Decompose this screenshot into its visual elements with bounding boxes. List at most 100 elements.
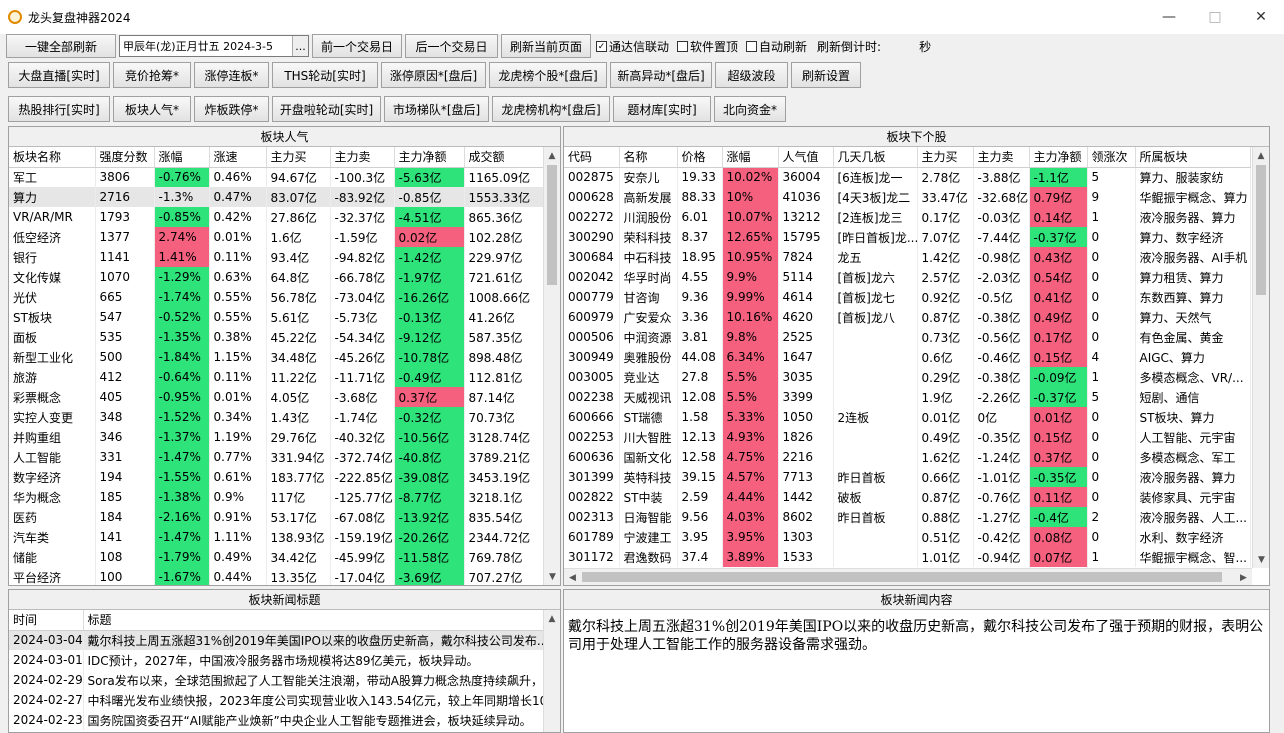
column-header[interactable]: 主力净额	[394, 147, 465, 168]
toolbar2-button-0[interactable]: 大盘直播[实时]	[8, 62, 110, 88]
column-header[interactable]: 涨速	[209, 147, 267, 168]
toolbar3-button-1[interactable]: 板块人气*	[113, 96, 191, 122]
option-checkbox[interactable]: ✓ 通达信联动	[596, 38, 669, 55]
toolbar2-button-5[interactable]: 龙虎榜个股*[盘后]	[489, 62, 607, 88]
toolbar2-button-3[interactable]: THS轮动[实时]	[272, 62, 378, 88]
table-row[interactable]: VR/AR/MR 1793 -0.85% 0.42% 27.86亿 -32.37亿 -4.5…	[9, 207, 545, 227]
table-row[interactable]: 并购重组 346 -1.37% 1.19% 29.76亿 -40.32亿 -10.56亿 31…	[9, 427, 545, 447]
table-row[interactable]: 000506 中润资源 3.81 9.8% 2525 0.73亿 -0.56亿 0.17亿 0 有…	[564, 327, 1251, 347]
option-checkbox[interactable]: 软件置顶	[677, 38, 738, 55]
table-row[interactable]: 601789 宁波建工 3.95 3.95% 1303 0.51亿 -0.42亿 0.08亿 0…	[564, 527, 1251, 547]
table-row[interactable]: 算力 2716 -1.3% 0.47% 83.07亿 -83.92亿 -0.85亿 1553.…	[9, 187, 545, 207]
stocks-table-hscrollbar[interactable]: ◀ ▶	[564, 568, 1252, 585]
date-field[interactable]: 甲辰年(龙)正月廿五 2024-3-5 ...	[119, 35, 309, 57]
scroll-left-icon[interactable]: ◀	[564, 569, 581, 585]
table-row[interactable]: 2024-02-27 中科曙光发布业绩快报，2023年度公司实现营业收入143.5…	[9, 690, 546, 710]
column-header[interactable]: 板块名称	[9, 147, 96, 168]
toolbar2-button-1[interactable]: 竞价抢筹*	[113, 62, 191, 88]
prev-trading-day-button[interactable]: 前一个交易日	[312, 34, 402, 58]
column-header[interactable]: 主力卖	[973, 147, 1030, 168]
scroll-up-icon[interactable]: ▲	[1253, 147, 1269, 164]
column-header[interactable]: 名称	[619, 147, 678, 168]
table-row[interactable]: 面板 535 -1.35% 0.38% 45.22亿 -54.34亿 -9.12亿 587.3…	[9, 327, 545, 347]
option-checkbox[interactable]: 自动刷新	[746, 38, 807, 55]
table-row[interactable]: 数字经济 194 -1.55% 0.61% 183.77亿 -222.85亿 -39.08亿…	[9, 467, 545, 487]
table-row[interactable]: 储能 108 -1.79% 0.49% 34.42亿 -45.99亿 -11.58亿 769.…	[9, 547, 545, 567]
date-picker-button[interactable]: ...	[292, 36, 308, 56]
table-row[interactable]: 000779 甘咨询 9.36 9.99% 4614 [首板]龙七 0.92亿 -0.5亿 0.…	[564, 287, 1251, 307]
toolbar3-button-7[interactable]: 北向资金*	[714, 96, 786, 122]
table-row[interactable]: 医药 184 -2.16% 0.91% 53.17亿 -67.08亿 -13.92亿 835.…	[9, 507, 545, 527]
table-row[interactable]: 301399 英特科技 39.15 4.57% 7713 昨日首板 0.66亿 -1.01亿 -…	[564, 467, 1251, 487]
table-row[interactable]: 光伏 665 -1.74% 0.55% 56.78亿 -73.04亿 -16.26亿 1008…	[9, 287, 545, 307]
table-row[interactable]: 实控人变更 348 -1.52% 0.34% 1.43亿 -1.74亿 -0.32亿 70.7…	[9, 407, 545, 427]
checkbox-icon[interactable]	[746, 40, 758, 52]
table-row[interactable]: 平台经济 100 -1.67% 0.44% 13.35亿 -17.04亿 -3.69亿 707…	[9, 567, 545, 585]
table-row[interactable]: 2024-03-04 戴尔科技上周五涨超31%创2019年美国IPO以来的收盘历史…	[9, 630, 546, 650]
toolbar2-button-8[interactable]: 刷新设置	[791, 62, 861, 88]
table-row[interactable]: ST板块 547 -0.52% 0.55% 5.61亿 -5.73亿 -0.13亿 41.26…	[9, 307, 545, 327]
table-row[interactable]: 军工 3806 -0.76% 0.46% 94.67亿 -100.3亿 -5.63亿 1165…	[9, 167, 545, 187]
minimize-button[interactable]: —	[1146, 0, 1192, 34]
table-row[interactable]: 华为概念 185 -1.38% 0.9% 117亿 -125.77亿 -8.77亿 3218.…	[9, 487, 545, 507]
column-header[interactable]: 涨幅	[722, 147, 779, 168]
table-row[interactable]: 彩票概念 405 -0.95% 0.01% 4.05亿 -3.68亿 0.37亿 87.14亿	[9, 387, 545, 407]
scroll-thumb[interactable]	[582, 572, 1222, 582]
table-row[interactable]: 600636 国新文化 12.58 4.75% 2216 1.62亿 -1.24亿 0.37亿…	[564, 447, 1251, 467]
toolbar2-button-2[interactable]: 涨停连板*	[194, 62, 269, 88]
table-row[interactable]: 文化传媒 1070 -1.29% 0.63% 64.8亿 -66.78亿 -1.97亿 721…	[9, 267, 545, 287]
table-row[interactable]: 002238 天威视讯 12.08 5.5% 3399 1.9亿 -2.26亿 -0.37亿 5…	[564, 387, 1251, 407]
table-row[interactable]: 旅游 412 -0.64% 0.11% 11.22亿 -11.71亿 -0.49亿 112.8…	[9, 367, 545, 387]
scroll-thumb[interactable]	[1256, 165, 1266, 295]
column-header[interactable]: 主力净额	[1029, 147, 1088, 168]
toolbar3-button-5[interactable]: 龙虎榜机构*[盘后]	[492, 96, 610, 122]
column-header[interactable]: 人气值	[778, 147, 834, 168]
toolbar3-button-2[interactable]: 炸板跌停*	[194, 96, 269, 122]
column-header[interactable]: 强度分数	[95, 147, 155, 168]
column-header[interactable]: 标题	[83, 610, 546, 631]
scroll-right-icon[interactable]: ▶	[1235, 569, 1252, 585]
column-header[interactable]: 领涨次	[1087, 147, 1136, 168]
table-row[interactable]: 301172 君逸数码 37.4 3.89% 1533 1.01亿 -0.94亿 0.07亿 1…	[564, 547, 1251, 567]
maximize-button[interactable]: □	[1192, 0, 1238, 34]
column-header[interactable]: 涨幅	[154, 147, 210, 168]
table-row[interactable]: 300949 奥雅股份 44.08 6.34% 1647 0.6亿 -0.46亿 0.15亿 4…	[564, 347, 1251, 367]
close-button[interactable]: ✕	[1238, 0, 1284, 34]
table-row[interactable]: 2024-02-29 Sora发布以来，全球范围掀起了人工智能关注浪潮，带动A股算…	[9, 670, 546, 690]
column-header[interactable]: 价格	[677, 147, 723, 168]
toolbar3-button-0[interactable]: 热股排行[实时]	[8, 96, 110, 122]
refresh-all-button[interactable]: 一键全部刷新	[6, 34, 116, 58]
table-row[interactable]: 002875 安奈儿 19.33 10.02% 36004 [6连板]龙一 2.78亿 -3.…	[564, 167, 1251, 187]
checkbox-icon[interactable]	[677, 40, 689, 52]
scroll-thumb[interactable]	[547, 165, 557, 285]
checkbox-icon[interactable]: ✓	[596, 40, 607, 52]
toolbar3-button-6[interactable]: 题材库[实时]	[613, 96, 711, 122]
table-row[interactable]: 002253 川大智胜 12.13 4.93% 1826 0.49亿 -0.35亿 0.15亿…	[564, 427, 1251, 447]
column-header[interactable]: 主力买	[266, 147, 331, 168]
scroll-up-icon[interactable]: ▲	[544, 610, 560, 627]
table-row[interactable]: 300684 中石科技 18.95 10.95% 7824 龙五 1.42亿 -0.98亿 0.…	[564, 247, 1251, 267]
column-header[interactable]: 代码	[564, 147, 620, 168]
sector-table-scrollbar[interactable]: ▲ ▼	[543, 147, 560, 585]
toolbar2-button-7[interactable]: 超级波段	[715, 62, 788, 88]
news-table-scrollbar[interactable]: ▲	[543, 610, 560, 732]
stocks-table-vscrollbar[interactable]: ▲ ▼	[1252, 147, 1269, 568]
column-header[interactable]: 所属板块	[1135, 147, 1251, 168]
table-row[interactable]: 人工智能 331 -1.47% 0.77% 331.94亿 -372.74亿 -40.8亿 3…	[9, 447, 545, 467]
table-row[interactable]: 002042 华孚时尚 4.55 9.9% 5114 [首板]龙六 2.57亿 -2.03亿 0…	[564, 267, 1251, 287]
scroll-down-icon[interactable]: ▼	[1253, 551, 1269, 568]
column-header[interactable]: 主力卖	[330, 147, 395, 168]
column-header[interactable]: 几天几板	[833, 147, 918, 168]
refresh-page-button[interactable]: 刷新当前页面	[501, 34, 591, 58]
table-row[interactable]: 低空经济 1377 2.74% 0.01% 1.6亿 -1.59亿 0.02亿 102.28亿	[9, 227, 545, 247]
scroll-down-icon[interactable]: ▼	[544, 568, 560, 585]
column-header[interactable]: 成交额	[464, 147, 545, 168]
next-trading-day-button[interactable]: 后一个交易日	[405, 34, 498, 58]
table-row[interactable]: 002272 川润股份 6.01 10.07% 13212 [2连板]龙三 0.17亿 -0.…	[564, 207, 1251, 227]
table-row[interactable]: 新型工业化 500 -1.84% 1.15% 34.48亿 -45.26亿 -10.78亿 8…	[9, 347, 545, 367]
toolbar2-button-4[interactable]: 涨停原因*[盘后]	[381, 62, 486, 88]
table-row[interactable]: 300290 荣科科技 8.37 12.65% 15795 [昨日首板]龙... 7.07亿…	[564, 227, 1251, 247]
table-row[interactable]: 002313 日海智能 9.56 4.03% 8602 昨日首板 0.88亿 -1.27亿 -0…	[564, 507, 1251, 527]
column-header[interactable]: 主力买	[917, 147, 974, 168]
table-row[interactable]: 003005 竞业达 27.8 5.5% 3035 0.29亿 -0.38亿 -0.09亿 1 多…	[564, 367, 1251, 387]
